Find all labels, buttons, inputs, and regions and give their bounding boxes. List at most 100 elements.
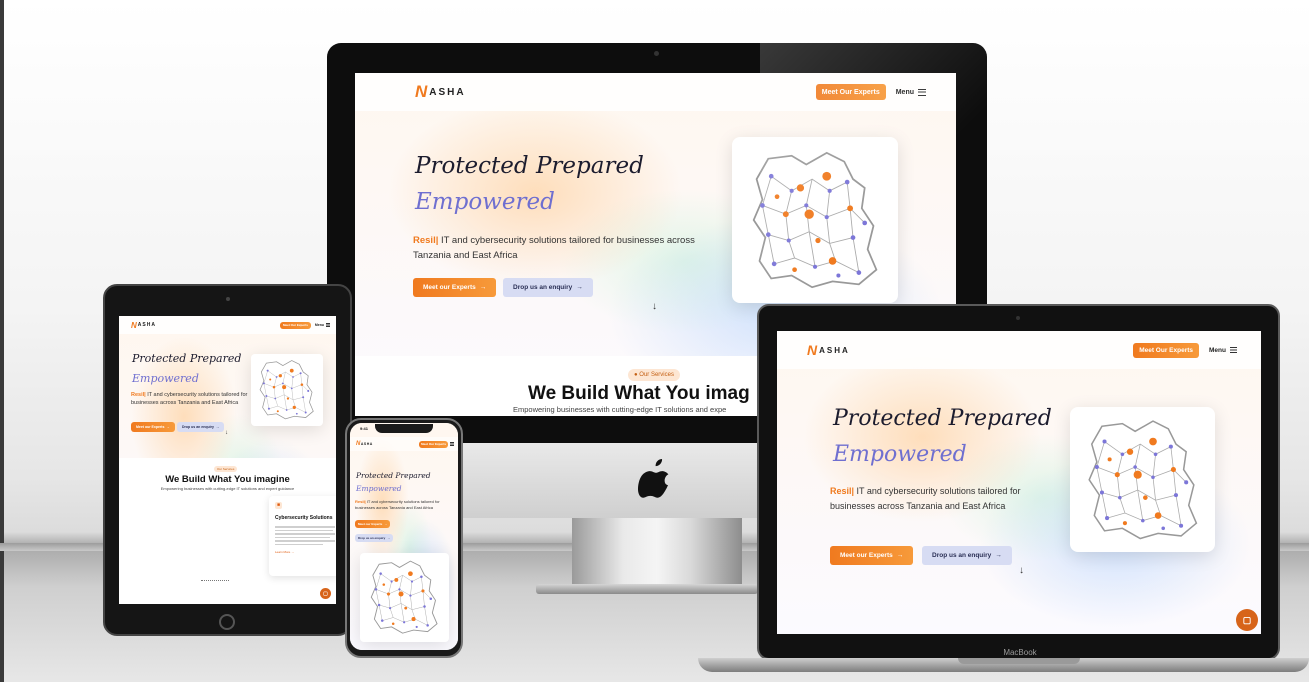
service-card-title: Cybersecurity Solutions [275,515,333,521]
navbar: N ASHA Meet Our Experts Menu [119,316,336,334]
services-subheading: Empowering businesses with cutting-edge … [513,405,727,414]
site-logo[interactable]: N ASHA [415,82,466,102]
tanzania-network-map-icon [255,358,318,421]
scroll-down-icon[interactable]: ↓ [225,430,228,436]
site-logo[interactable]: N ASHA [356,441,373,447]
tanzania-map-card [251,354,323,426]
ipad-screen: N ASHA Meet Our Experts Menu Protected P… [119,316,336,604]
arrow-right-icon: → [576,284,583,291]
meet-experts-label: Meet our Experts [840,552,893,559]
hero-description: Resil| IT and cybersecurity solutions ta… [131,391,249,407]
site-logo[interactable]: N ASHA [131,321,156,330]
meet-experts-button[interactable]: Meet our Experts → [413,278,497,297]
hero-description: Resil| IT and cybersecurity solutions ta… [413,233,703,263]
arrow-right-icon: → [215,425,220,429]
ipad-home-button[interactable] [219,614,235,630]
learn-more-label: Learn More [275,550,291,554]
logo-text: ASHA [360,442,373,446]
enquiry-button[interactable]: Drop us an enquiry → [355,534,394,542]
logo-mark: N [807,342,820,358]
chat-icon[interactable]: ▢ [1236,609,1258,631]
logo-text: ASHA [819,345,850,355]
typed-text: Resil| [131,392,146,398]
imac-stand-foot [536,584,758,594]
meet-experts-nav-button[interactable]: Meet Our Experts [280,321,311,329]
enquiry-label: Drop us an enquiry [513,284,573,291]
hero-description-text: IT and cybersecurity solutions tailored … [413,235,695,261]
learn-more-link[interactable]: Learn More → [275,550,333,554]
typed-text: Resil| [413,235,439,246]
navbar: N ASHA Meet Our Experts [350,437,458,451]
menu-toggle[interactable]: Menu [315,323,330,327]
iphone-notch [375,424,433,433]
enquiry-button[interactable]: Drop us an enquiry → [922,546,1012,565]
meet-experts-label: Meet our Experts [136,425,165,429]
hero-heading-line1: Protected Prepared [356,471,431,480]
arrow-right-icon: → [387,536,391,540]
hero-description: Resil| IT and cybersecurity solutions ta… [830,484,1040,514]
ipad-camera [226,297,230,301]
hero-description-text: IT and cybersecurity solutions tailored … [830,486,1021,511]
logo-text: ASHA [137,322,156,328]
tanzania-map-card [1070,407,1215,552]
arrow-right-icon: → [166,425,170,429]
tanzania-network-map-icon [365,558,443,636]
meet-experts-nav-button[interactable]: Meet Our Experts [419,440,448,448]
site-logo[interactable]: N ASHA [807,342,850,358]
hero-description-text: IT and cybersecurity solutions tailored … [131,392,248,406]
status-bar-time: 9:41 [360,426,369,431]
apple-logo-icon [638,459,669,498]
enquiry-label: Drop us an enquiry [182,425,214,429]
meet-experts-label: Meet our Experts [358,522,383,526]
services-section: Our Services We Build What You imagine E… [119,458,336,604]
macbook-camera [1016,316,1020,320]
window-edge [0,0,4,682]
arrow-right-icon: → [384,522,388,526]
arrow-right-icon: → [995,552,1002,559]
hero-heading-line2: Empowered [132,372,199,385]
carousel-dots[interactable] [201,580,229,582]
hero-description-text: IT and cybersecurity solutions tailored … [355,499,440,510]
hamburger-icon[interactable] [450,442,454,446]
iphone-screen: 9:41 N ASHA Meet Our Experts Protected P… [350,423,458,650]
enquiry-label: Drop us an enquiry [358,536,386,540]
logo-text: ASHA [429,86,466,98]
services-heading: We Build What You imagine [165,474,290,485]
arrow-right-icon: → [479,284,487,291]
typed-text: Resil| [830,486,855,496]
services-badge: ● Our Services [628,369,680,381]
service-card[interactable]: ■ Cybersecurity Solutions Learn More → [269,496,336,576]
meet-experts-nav-button[interactable]: Meet Our Experts [1133,342,1200,358]
logo-mark: N [415,82,430,101]
enquiry-label: Drop us an enquiry [932,552,992,559]
macbook-screen: N ASHA Meet Our Experts Menu Protected P… [777,331,1261,634]
hero-heading-line1: Protected Prepared [415,153,644,179]
meet-experts-button[interactable]: Meet our Experts → [355,520,391,528]
hero-heading-line2: Empowered [415,189,555,215]
services-badge: Our Services [214,466,238,472]
tanzania-map-card [360,553,449,642]
menu-label: Menu [1209,346,1226,354]
enquiry-button[interactable]: Drop us an enquiry → [503,278,593,297]
device-mockup-stage: N ASHA Meet Our Experts Menu Protected P… [0,0,1309,682]
hamburger-icon [1230,347,1237,353]
meet-experts-button[interactable]: Meet our Experts → [131,422,175,432]
hero-heading-line1: Protected Prepared [833,406,1052,431]
chat-icon[interactable]: ▢ [320,588,331,599]
services-badge-label: Our Services [639,372,674,378]
scroll-down-icon[interactable]: ↓ [652,301,657,312]
arrow-right-icon: → [291,550,295,554]
menu-toggle[interactable]: Menu [1209,347,1237,354]
navbar: N ASHA Meet Our Experts Menu [777,331,1261,369]
hero-description: Resil| IT and cybersecurity solutions ta… [355,499,453,511]
imac-stand-neck [572,518,742,586]
hamburger-icon [326,323,330,327]
imac-camera [654,51,659,56]
tanzania-network-map-icon [1079,416,1207,544]
meet-experts-button[interactable]: Meet our Experts → [830,546,914,565]
typed-text: Resil| [355,499,366,504]
scroll-down-icon[interactable]: ↓ [1019,565,1024,576]
logo-mark: N [131,320,138,330]
hero-heading-line2: Empowered [833,442,967,467]
enquiry-button[interactable]: Drop us an enquiry → [177,422,225,432]
